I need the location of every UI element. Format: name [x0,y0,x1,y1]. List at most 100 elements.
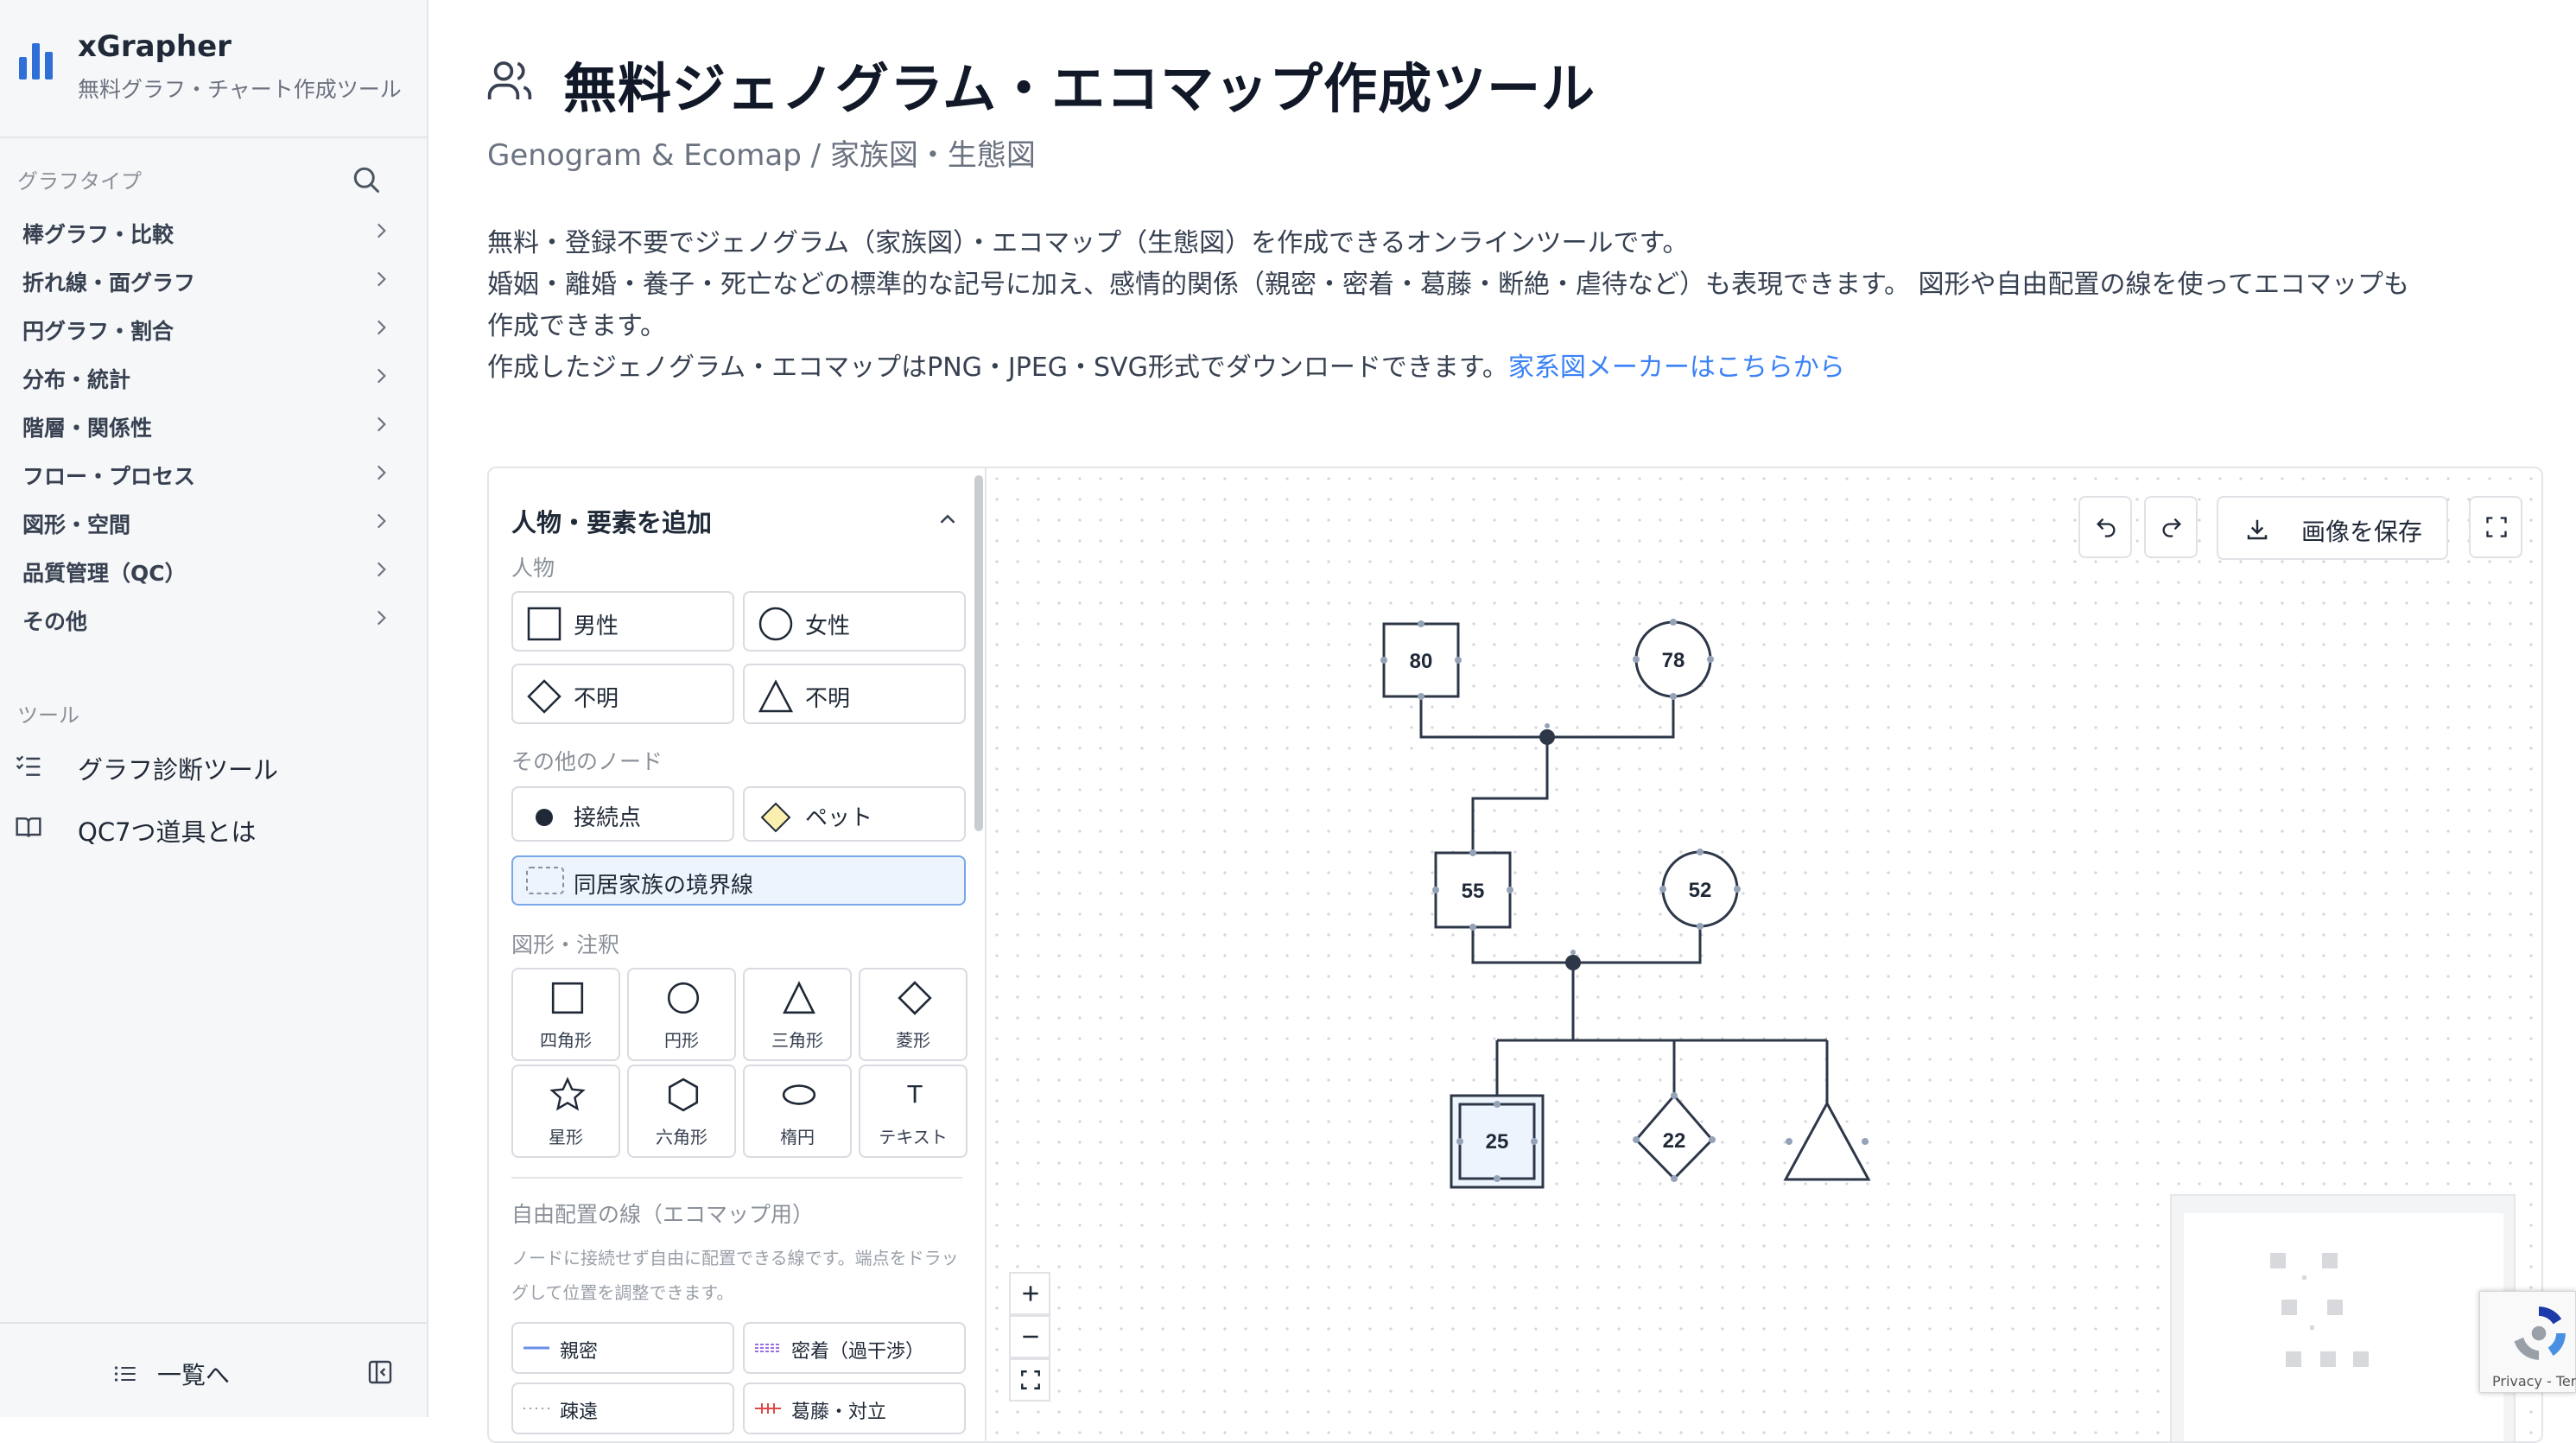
panel-scrollbar[interactable] [974,475,983,831]
sidebar-item-line[interactable]: 折れ線・面グラフ [0,256,427,304]
shape-triangle-button[interactable]: 三角形 [743,968,852,1061]
sidebar-item-label: 階層・関係性 [22,416,153,441]
description-line: 無料・登録不要でジェノグラム（家族図）・エコマップ（生態図）を作成できるオンライ… [487,228,1689,258]
node-age-label: 52 [1689,879,1712,902]
shape-hexagon-button[interactable]: 六角形 [627,1065,736,1158]
sidebar-item-pie[interactable]: 円グラフ・割合 [0,304,427,353]
person-node-female[interactable]: 52 [1661,850,1739,928]
recaptcha-badge[interactable]: Privacy - Terms [2479,1291,2576,1393]
shape-label: 円形 [664,1030,699,1051]
line-enmeshed-button[interactable]: 密着（過干渉） [743,1322,966,1374]
shape-text-button[interactable]: T テキスト [859,1065,968,1158]
chevron-right-icon [377,610,386,626]
group-label-person: 人物 [511,556,555,581]
ellipse-icon [782,1084,816,1105]
group-label-free-lines: 自由配置の線（エコマップ用） [511,1202,815,1227]
group-label-other-nodes: その他のノード [511,749,663,774]
shape-label: 楕円 [780,1127,815,1147]
node-age-label: 55 [1462,880,1485,903]
collapse-sidebar-icon[interactable] [366,1358,394,1386]
pet-diamond-icon [760,802,791,833]
group-label-shapes: 図形・注釈 [511,932,620,957]
free-lines-hint: ノードに接続せず自由に配置できる線です。端点をドラッ [511,1248,959,1268]
line-distant-button[interactable]: 疎遠 [511,1383,734,1434]
search-icon[interactable] [351,164,382,195]
brand-name: xGrapher [78,29,232,64]
sidebar-item-flow[interactable]: フロー・プロセス [0,449,427,498]
minimap-viewport [2184,1213,2503,1441]
description-line-download: 作成したジェノグラム・エコマップはPNG・JPEG・SVG形式でダウンロードでき… [487,346,1845,384]
person-node-male[interactable]: 55 [1434,851,1512,929]
family-tree-maker-link[interactable]: 家系図メーカーはこちらから [1508,353,1845,383]
chevron-right-icon [377,368,386,384]
diagram-canvas[interactable]: 画像を保存 80 78 55 52 25 22 [987,468,2541,1441]
zoom-out-button[interactable] [1009,1315,1050,1358]
sidebar-item-label: 図形・空間 [22,512,131,537]
person-node-male-selected[interactable]: 25 [1450,1094,1545,1189]
add-unknown-triangle-button[interactable]: 不明 [743,664,966,724]
brand-header[interactable]: xGrapher 無料グラフ・チャート作成ツール [0,0,427,138]
sidebar-tool-qc7[interactable]: QC7つ道具とは [0,800,427,855]
shape-diamond-button[interactable]: 菱形 [859,968,968,1061]
book-icon [16,817,41,837]
add-unknown-diamond-button[interactable]: 不明 [511,664,734,724]
sidebar-item-label: 折れ線・面グラフ [22,270,196,296]
zoom-in-button[interactable] [1009,1272,1050,1315]
chevron-right-icon [377,513,386,529]
sidebar-item-hierarchy[interactable]: 階層・関係性 [0,401,427,449]
editor-workspace: 人物・要素を追加 人物 男性 女性 不明 不明 その他のノード 接続点 ペット [487,467,2543,1443]
shape-rectangle-button[interactable]: 四角形 [511,968,620,1061]
shape-label: テキスト [879,1127,948,1147]
household-boundary-button[interactable]: 同居家族の境界線 [511,855,966,906]
shape-ellipse-button[interactable]: 楕円 [743,1065,852,1158]
person-node-unknown-diamond[interactable]: 22 [1634,1093,1715,1181]
list-check-icon [16,755,41,776]
add-male-button[interactable]: 男性 [511,591,734,652]
shape-star-button[interactable]: 星形 [511,1065,620,1158]
add-connection-point-button[interactable]: 接続点 [511,786,734,842]
chevron-right-icon [377,320,386,335]
sidebar-tool-diagnosis[interactable]: グラフ診断ツール [0,738,427,793]
add-female-button[interactable]: 女性 [743,591,966,652]
sidebar-item-other[interactable]: その他 [0,594,427,643]
sidebar-item-shape[interactable]: 図形・空間 [0,498,427,546]
person-node-male[interactable]: 80 [1382,622,1460,698]
divider [511,1177,962,1179]
add-pet-button[interactable]: ペット [743,786,966,842]
person-node-unknown-triangle[interactable] [1783,1100,1871,1181]
recaptcha-privacy-terms[interactable]: Privacy - Terms [2492,1373,2576,1389]
line-conflict-button[interactable]: 葛藤・対立 [743,1383,966,1434]
sidebar: xGrapher 無料グラフ・チャート作成ツール グラフタイプ 棒グラフ・比較 … [0,0,428,1417]
sidebar-item-label: 円グラフ・割合 [22,319,174,344]
dashed-box-icon [526,867,564,894]
shape-label: 星形 [549,1127,583,1147]
sidebar-item-distribution[interactable]: 分布・統計 [0,353,427,401]
diamond-icon [527,679,562,714]
minimap[interactable] [2170,1194,2516,1441]
chevron-right-icon [377,223,386,238]
connection-point[interactable] [1565,955,1581,970]
connection-point[interactable] [1539,729,1555,745]
button-label: 同居家族の境界線 [574,873,754,899]
fit-view-button[interactable] [1009,1358,1050,1402]
minus-icon [1023,1335,1038,1338]
line-close-button[interactable]: 親密 [511,1322,734,1374]
descent-line [1471,737,1549,853]
sidebar-item-bar[interactable]: 棒グラフ・比較 [0,207,427,256]
sidebar-item-qc[interactable]: 品質管理（QC） [0,546,427,594]
person-node-female[interactable]: 78 [1634,620,1712,698]
triangle-icon [758,679,793,713]
dotted-line-icon [523,1408,549,1409]
back-to-list-button[interactable]: 一覧へ [112,1357,259,1391]
page-subtitle: Genogram & Ecomap / 家族図・生態図 [487,138,1036,173]
shape-circle-button[interactable]: 円形 [627,968,736,1061]
chevron-up-icon[interactable] [935,506,961,532]
star-icon [549,1077,586,1111]
shape-label: 六角形 [656,1127,707,1147]
square-icon [527,607,562,641]
free-lines-hint: グして位置を調整できます。 [511,1282,734,1303]
triangle-icon [783,981,815,1014]
users-icon [487,61,532,99]
panel-header: 人物・要素を追加 [511,508,713,537]
line-label: 密着（過干渉） [791,1341,925,1363]
